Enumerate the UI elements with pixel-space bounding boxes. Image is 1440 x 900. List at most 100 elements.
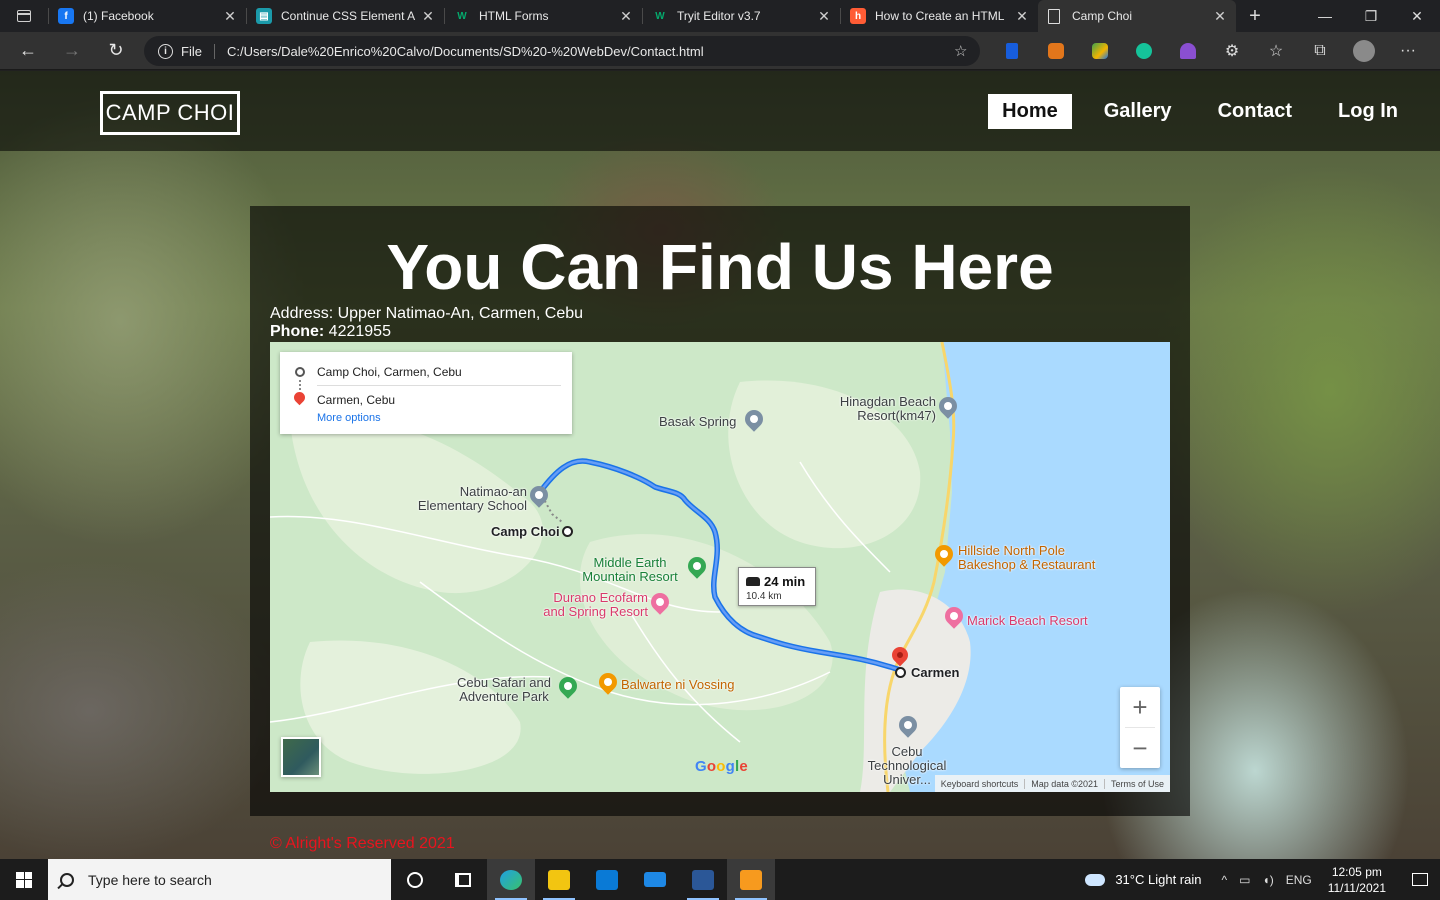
profile-button[interactable] [1342,32,1386,70]
network-icon[interactable]: ▭ [1239,873,1250,887]
restore-button[interactable]: ❐ [1348,0,1394,32]
url-text[interactable]: C:/Users/Dale%20Enrico%20Calvo/Documents… [227,44,954,59]
nav-home[interactable]: Home [988,94,1072,129]
wizard-extension[interactable] [1166,32,1210,70]
contact-info: Address: Upper Natimao-An, Carmen, Cebu … [270,305,583,341]
tab-tryit-editor[interactable]: W Tryit Editor v3.7 ✕ [642,0,840,32]
site-header: CAMP CHOI Home Gallery Contact Log In [0,71,1440,151]
weather-widget[interactable]: 31°C Light rain [1085,872,1201,887]
refresh-button[interactable]: ↻ [94,32,138,70]
close-tab-icon[interactable]: ✕ [1014,8,1030,25]
tab-continue-css[interactable]: ▤ Continue CSS Element A ✕ [246,0,444,32]
nav-gallery[interactable]: Gallery [1090,94,1186,129]
clock[interactable]: 12:05 pm 11/11/2021 [1328,864,1386,896]
tab-facebook[interactable]: f (1) Facebook ✕ [48,0,246,32]
clock-time: 12:05 pm [1331,864,1382,879]
label-marick[interactable]: Marick Beach Resort [967,614,1088,628]
label-natimao-line2: Elementary School [417,498,527,513]
google-drive-extension[interactable] [1078,32,1122,70]
address-label: Address: [270,305,334,322]
system-tray: 31°C Light rain ^ ▭ ◖) ENG 12:05 pm 11/1… [1085,859,1440,900]
settings-more-button[interactable]: ··· [1386,32,1430,70]
close-tab-icon[interactable]: ✕ [816,8,832,25]
origin-marker-icon[interactable] [562,526,573,537]
close-tab-icon[interactable]: ✕ [618,8,634,25]
cortana-button[interactable] [391,859,439,900]
phone-value: 4221955 [328,323,391,340]
taskbar-store[interactable] [583,859,631,900]
tab-html-forms[interactable]: W HTML Forms ✕ [444,0,642,32]
tab-actions-button[interactable] [0,0,48,32]
w3schools-icon: W [457,10,467,22]
zoom-out-button[interactable]: − [1120,728,1160,768]
favorites-button[interactable]: ☆ [1254,32,1298,70]
destination-marker-icon [895,667,906,678]
file-explorer-icon [548,869,570,890]
extensions-button[interactable]: ⚙ [1210,32,1254,70]
add-favorite-icon[interactable]: ☆ [954,42,980,60]
label-durano[interactable]: Durano Ecofarm and Spring Resort [525,591,648,619]
info-icon[interactable]: i [158,43,173,59]
task-view-button[interactable] [439,859,487,900]
label-basak-spring[interactable]: Basak Spring [659,415,736,429]
more-options-link[interactable]: More options [317,412,381,424]
search-placeholder: Type here to search [88,871,212,888]
show-hidden-icons[interactable]: ^ [1221,873,1227,887]
notifications-button[interactable] [1400,859,1440,900]
taskbar-file-explorer[interactable] [535,859,583,900]
label-natimao-line1: Natimao-an [459,484,527,499]
zoom-in-button[interactable]: + [1120,687,1160,727]
keyboard-shortcuts-link[interactable]: Keyboard shortcuts [935,778,1026,789]
taskbar-word[interactable] [679,859,727,900]
close-tab-icon[interactable]: ✕ [420,8,436,25]
address-bar[interactable]: i File C:/Users/Dale%20Enrico%20Calvo/Do… [144,36,980,66]
label-camp-choi[interactable]: Camp Choi [491,525,560,539]
new-tab-button[interactable]: + [1240,5,1270,28]
close-tab-icon[interactable]: ✕ [222,8,238,25]
favorites-icon: ☆ [1268,43,1284,60]
taskbar-mail[interactable] [631,859,679,900]
collections-button[interactable]: ⧉ [1298,32,1342,70]
bitwarden-extension[interactable] [990,32,1034,70]
volume-icon[interactable]: ◖) [1262,873,1273,887]
label-cebu-safari[interactable]: Cebu Safari and Adventure Park [450,676,558,704]
back-button[interactable]: ← [6,32,50,70]
forward-button[interactable]: → [50,32,94,70]
close-tab-icon[interactable]: ✕ [1212,8,1228,25]
language-indicator[interactable]: ENG [1286,873,1312,887]
start-button[interactable] [0,859,48,900]
grammarly-icon [1136,43,1152,59]
tab-title: How to Create an HTML [875,9,1005,23]
close-window-button[interactable]: ✕ [1394,0,1440,32]
grammarly-extension[interactable] [1122,32,1166,70]
label-middle-earth[interactable]: Middle Earth Mountain Resort [575,556,685,584]
label-balwarte[interactable]: Balwarte ni Vossing [621,678,734,692]
label-carmen[interactable]: Carmen [911,666,959,680]
taskbar-sublime[interactable] [727,859,775,900]
label-hinagdan[interactable]: Hinagdan Beach Resort(km47) [832,395,936,423]
task-view-icon [455,872,471,887]
satellite-layer-toggle[interactable] [281,737,321,777]
route-info-callout[interactable]: 24 min 10.4 km [738,567,816,606]
embedded-map[interactable]: Camp Choi, Carmen, Cebu Carmen, Cebu Mor… [270,342,1170,792]
label-hillside[interactable]: Hillside North Pole Bakeshop & Restauran… [958,544,1095,572]
route-dots-icon [299,380,301,390]
word-icon [692,869,714,890]
tab-camp-choi[interactable]: Camp Choi ✕ [1038,0,1236,32]
terrain-patch [300,640,521,774]
minimize-button[interactable]: — [1302,0,1348,32]
taskbar-search[interactable]: Type here to search [48,859,391,900]
taskbar-edge[interactable] [487,859,535,900]
metamask-extension[interactable] [1034,32,1078,70]
phone-label: Phone: [270,323,325,340]
map-attribution: Keyboard shortcuts Map data ©2021 Terms … [934,775,1170,792]
site-logo[interactable]: CAMP CHOI [100,91,240,135]
terms-of-use-link[interactable]: Terms of Use [1105,779,1170,789]
tab-title: HTML Forms [479,9,549,23]
collections-icon: ⧉ [1314,42,1326,59]
site-info-label[interactable]: File [181,43,215,59]
nav-login[interactable]: Log In [1324,94,1412,129]
tab-how-to-create-html[interactable]: h How to Create an HTML ✕ [840,0,1038,32]
label-natimao-school[interactable]: Natimao-an Elementary School [402,485,527,513]
nav-contact[interactable]: Contact [1204,94,1306,129]
